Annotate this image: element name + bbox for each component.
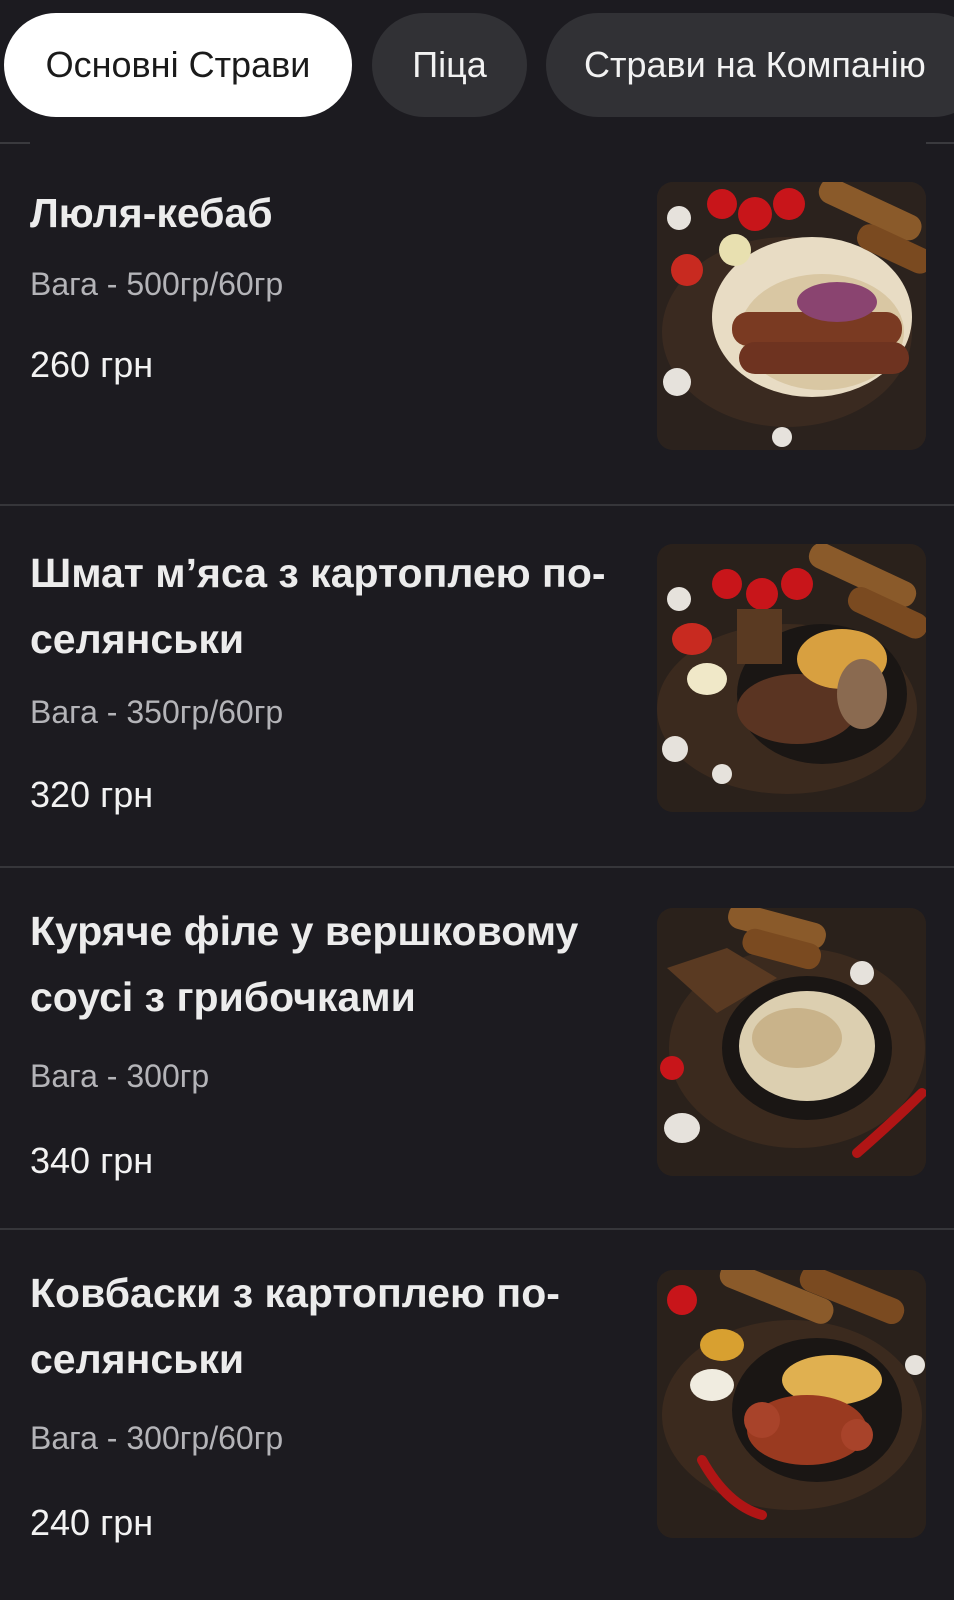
item-price: 340 грн	[30, 1140, 154, 1181]
menu-item[interactable]: Шмат м’яса з картоплею по-селянськи Вага…	[0, 506, 954, 868]
menu-item[interactable]: Ковбаски з картоплею по-селянськи Вага -…	[0, 1230, 954, 1600]
menu-item[interactable]: Люля-кебаб Вага - 500гр/60гр 260 грн	[0, 144, 954, 506]
item-price: 260 грн	[30, 344, 154, 385]
steak-potatoes-photo	[657, 544, 926, 812]
item-name: Куряче філе у вершковому соусі з грибочк…	[30, 908, 579, 1020]
tab-company-dishes[interactable]: Страви на Компанію	[546, 13, 954, 117]
item-name: Шмат м’яса з картоплею по-селянськи	[30, 550, 606, 662]
category-tabs: Основні Страви Піца Страви на Компанію	[0, 0, 954, 142]
item-name: Люля-кебаб	[30, 190, 273, 236]
sausages-potatoes-photo	[657, 1270, 926, 1538]
tab-pizza[interactable]: Піца	[372, 13, 527, 117]
menu-item[interactable]: Куряче філе у вершковому соусі з грибочк…	[0, 868, 954, 1230]
chicken-cream-sauce-photo	[657, 908, 926, 1176]
item-weight: Вага - 500гр/60гр	[30, 266, 284, 302]
lula-kebab-photo	[657, 182, 926, 450]
item-price: 320 грн	[30, 774, 154, 815]
item-weight: Вага - 350гр/60гр	[30, 694, 284, 730]
item-price: 240 грн	[30, 1502, 154, 1543]
item-name: Ковбаски з картоплею по-селянськи	[30, 1270, 560, 1382]
tab-main-dishes[interactable]: Основні Страви	[4, 13, 352, 117]
item-weight: Вага - 300гр/60гр	[30, 1420, 284, 1456]
item-weight: Вага - 300гр	[30, 1058, 210, 1094]
